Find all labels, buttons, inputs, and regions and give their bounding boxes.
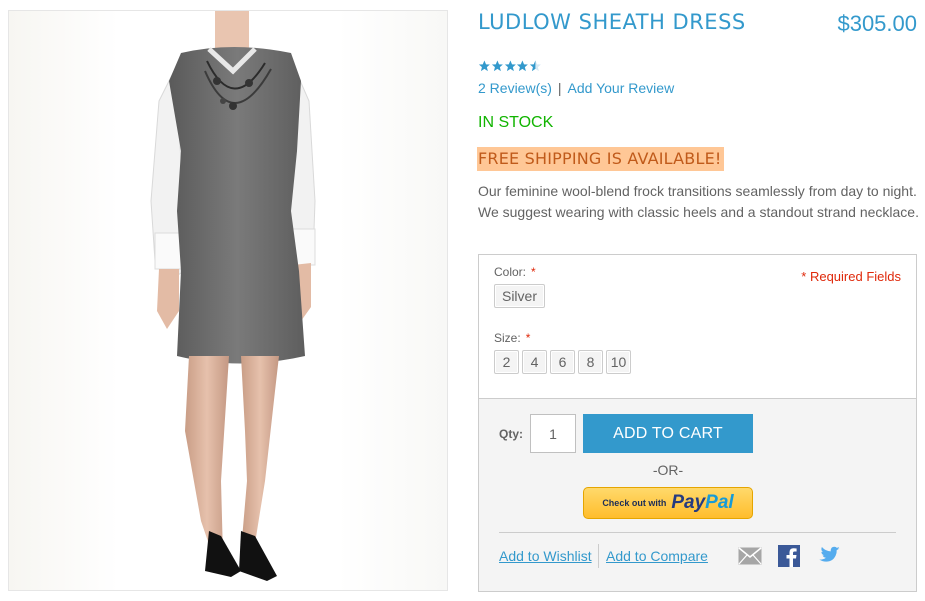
paypal-checkout-button[interactable]: Check out with PayPal xyxy=(583,487,753,519)
size-swatch-2[interactable]: 2 xyxy=(494,350,519,374)
required-fields-note: * Required Fields xyxy=(801,269,901,284)
or-separator: -OR- xyxy=(652,462,684,478)
reviews-link[interactable]: 2 Review(s) xyxy=(478,80,552,96)
size-swatch-6[interactable]: 6 xyxy=(550,350,575,374)
star-icon xyxy=(491,60,503,72)
facebook-icon[interactable] xyxy=(776,543,802,569)
add-to-cart-button[interactable]: ADD TO CART xyxy=(583,414,753,453)
star-icon xyxy=(517,60,529,72)
qty-label: Qty: xyxy=(499,427,523,441)
add-to-compare-link[interactable]: Add to Compare xyxy=(606,548,708,564)
product-photo-illustration xyxy=(150,11,316,581)
star-icon xyxy=(504,60,516,72)
review-separator: | xyxy=(557,80,562,96)
color-label: Color: * xyxy=(494,265,536,279)
review-links: 2 Review(s) | Add Your Review xyxy=(478,80,674,96)
twitter-icon[interactable] xyxy=(815,543,841,569)
product-options: Color: * * Required Fields Silver Size: * … xyxy=(478,254,917,398)
email-icon[interactable] xyxy=(737,543,763,569)
add-review-link[interactable]: Add Your Review xyxy=(568,80,675,96)
product-image[interactable] xyxy=(8,10,448,591)
star-icon xyxy=(478,60,490,72)
size-swatch-4[interactable]: 4 xyxy=(522,350,547,374)
paypal-logo: PayPal xyxy=(671,492,734,513)
size-swatch-10[interactable]: 10 xyxy=(606,350,631,374)
star-icon xyxy=(530,60,542,72)
divider xyxy=(499,532,896,533)
product-description: Our feminine wool-blend frock transition… xyxy=(478,183,919,220)
link-separator xyxy=(598,544,599,568)
add-to-wishlist-link[interactable]: Add to Wishlist xyxy=(499,548,592,564)
stock-status: IN STOCK xyxy=(478,114,554,131)
product-price: $305.00 xyxy=(837,11,917,36)
add-to-cart-box: Qty: 1 ADD TO CART -OR- Check out with P… xyxy=(478,398,917,592)
product-title: LUDLOW SHEATH DRESS xyxy=(478,10,746,34)
rating-stars[interactable] xyxy=(478,59,542,73)
qty-input[interactable]: 1 xyxy=(530,414,576,453)
size-swatch-8[interactable]: 8 xyxy=(578,350,603,374)
paypal-small-text: Check out with xyxy=(602,498,667,508)
color-swatch-silver[interactable]: Silver xyxy=(494,284,545,308)
shipping-notice: FREE SHIPPING IS AVAILABLE! xyxy=(477,147,724,171)
size-label: Size: * xyxy=(494,331,531,345)
